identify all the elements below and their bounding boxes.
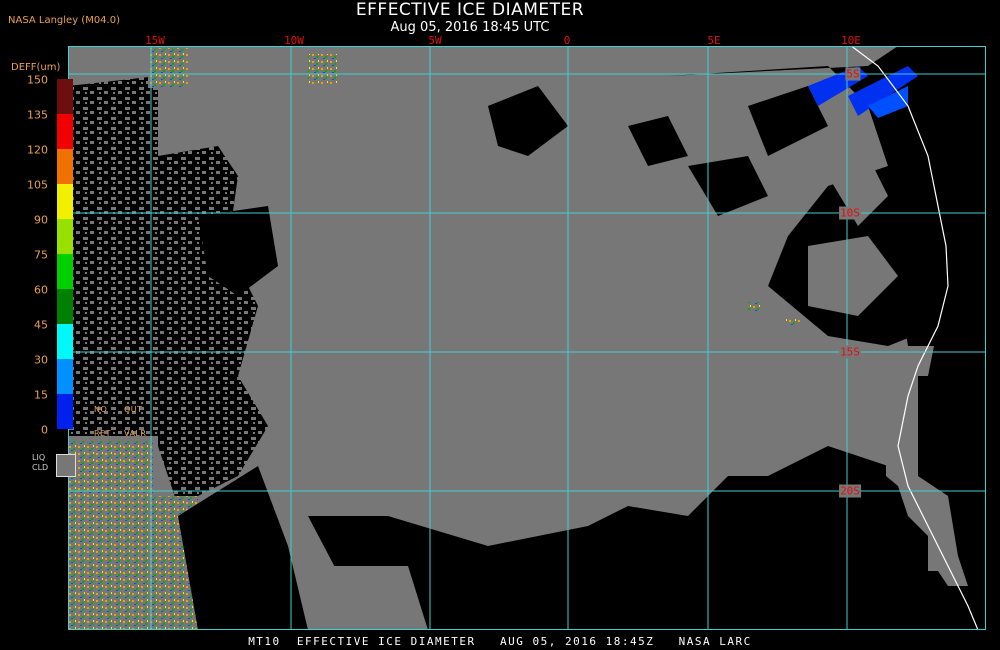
colorbar-tick-75: 75 bbox=[34, 248, 48, 262]
colorbar-tick-135: 135 bbox=[27, 108, 48, 122]
footer-caption: MT10 EFFECTIVE ICE DIAMETER AUG 05, 2016… bbox=[248, 635, 752, 648]
colorbar-tick-30: 30 bbox=[34, 353, 48, 367]
colorbar-swatch-30-45 bbox=[57, 324, 73, 359]
lat-label-5s: 5S bbox=[845, 67, 861, 81]
lon-label-0: 0 bbox=[563, 34, 571, 47]
lon-label-10w: 10W bbox=[284, 34, 304, 47]
colorbar-tick-0: 0 bbox=[41, 423, 48, 437]
out-valr-label-top: OUT bbox=[124, 405, 143, 414]
no-ret-label-top: NO bbox=[94, 405, 108, 414]
colorbar-swatch-135-150 bbox=[57, 79, 73, 114]
colorbar-tick-105: 105 bbox=[27, 178, 48, 192]
colorbar-swatch-60-75 bbox=[57, 254, 73, 289]
colorbar-swatch-15-30 bbox=[57, 359, 73, 394]
colorbar-swatch-105-120 bbox=[57, 149, 73, 184]
colorbar-tick-120: 120 bbox=[27, 143, 48, 157]
satellite-map bbox=[68, 46, 986, 630]
lon-label-5w: 5W bbox=[428, 34, 442, 47]
map-title: EFFECTIVE ICE DIAMETER bbox=[355, 0, 585, 20]
colorbar-tick-15: 15 bbox=[34, 388, 48, 402]
colorbar-swatch-90-105 bbox=[57, 184, 73, 219]
credit-label: NASA Langley (M04.0) bbox=[8, 15, 120, 26]
colorbar-tick-45: 45 bbox=[34, 318, 48, 332]
colorbar-swatch-45-60 bbox=[57, 289, 73, 324]
colorbar-tick-150: 150 bbox=[27, 73, 48, 87]
liquid-cloud-swatch bbox=[56, 454, 76, 477]
lat-label-20s: 20S bbox=[839, 484, 861, 498]
colorbar-tick-60: 60 bbox=[34, 283, 48, 297]
colorbar-swatch-75-90 bbox=[57, 219, 73, 254]
liquid-cloud-label-bottom: CLD bbox=[32, 463, 49, 472]
colorbar-swatch-120-135 bbox=[57, 114, 73, 149]
out-valr-label-bottom: VALR bbox=[124, 429, 147, 438]
legend-units-label: DEFF(um) bbox=[11, 62, 61, 73]
lon-label-5e: 5E bbox=[707, 34, 721, 47]
lat-label-15s: 15S bbox=[839, 345, 861, 359]
lat-label-10s: 10S bbox=[839, 206, 861, 220]
colorbar-tick-90: 90 bbox=[34, 213, 48, 227]
lon-label-10e: 10E bbox=[841, 34, 861, 47]
liquid-cloud-label-top: LIQ bbox=[32, 453, 46, 462]
liquid-cloud-label: LIQ CLD bbox=[32, 453, 48, 473]
map-subtitle: Aug 05, 2016 18:45 UTC bbox=[390, 20, 550, 35]
lon-label-15w: 15W bbox=[145, 34, 165, 47]
no-ret-label-bottom: RET bbox=[94, 429, 111, 438]
